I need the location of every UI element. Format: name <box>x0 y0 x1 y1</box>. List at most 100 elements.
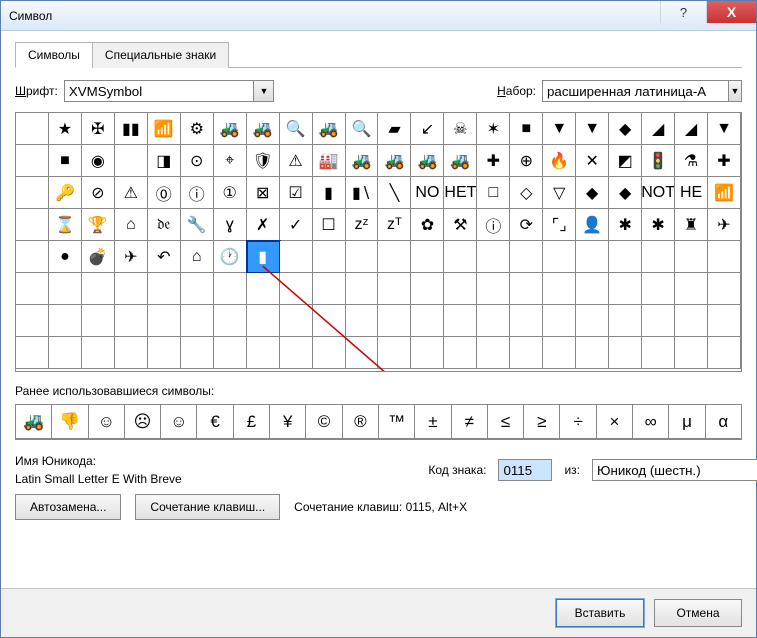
grid-cell[interactable]: ⌜⌟ <box>543 209 576 241</box>
grid-cell[interactable] <box>82 337 115 369</box>
grid-cell[interactable] <box>346 305 379 337</box>
tab-symbols[interactable]: Символы <box>15 42 93 68</box>
grid-cell[interactable]: ✠ <box>82 113 115 145</box>
from-select[interactable] <box>592 459 757 481</box>
grid-cell[interactable]: ☐ <box>313 209 346 241</box>
set-select[interactable] <box>542 80 729 102</box>
grid-cell[interactable]: 🚜 <box>444 145 477 177</box>
grid-cell[interactable] <box>16 337 49 369</box>
grid-cell[interactable] <box>510 273 543 305</box>
grid-cell[interactable] <box>346 273 379 305</box>
grid-cell[interactable] <box>181 337 214 369</box>
grid-cell[interactable] <box>280 273 313 305</box>
grid-cell[interactable] <box>148 273 181 305</box>
grid-cell[interactable]: ◉ <box>82 145 115 177</box>
font-select[interactable] <box>64 80 255 102</box>
grid-cell[interactable]: ◢ <box>675 113 708 145</box>
recent-cell[interactable]: © <box>306 405 342 439</box>
grid-cell[interactable]: ✕ <box>576 145 609 177</box>
grid-cell[interactable] <box>115 145 148 177</box>
cancel-button[interactable]: Отмена <box>654 599 742 627</box>
grid-cell[interactable]: ⚙ <box>181 113 214 145</box>
help-button[interactable]: ? <box>660 1 706 23</box>
grid-cell[interactable] <box>642 305 675 337</box>
grid-cell[interactable] <box>411 273 444 305</box>
grid-cell[interactable]: ⊕ <box>510 145 543 177</box>
recent-cell[interactable]: μ <box>669 405 705 439</box>
grid-cell[interactable]: ✓ <box>280 209 313 241</box>
grid-cell[interactable] <box>708 273 741 305</box>
grid-cell[interactable]: 🏆 <box>82 209 115 241</box>
grid-cell[interactable]: zᶻ <box>346 209 379 241</box>
grid-cell[interactable] <box>708 241 741 273</box>
grid-cell[interactable] <box>477 305 510 337</box>
grid-cell[interactable]: 🚜 <box>313 113 346 145</box>
grid-cell[interactable] <box>181 273 214 305</box>
set-dropdown-button[interactable]: ▼ <box>729 80 742 102</box>
grid-cell[interactable] <box>477 241 510 273</box>
grid-cell[interactable]: ♜ <box>675 209 708 241</box>
grid-cell[interactable]: ✱ <box>642 209 675 241</box>
grid-cell[interactable]: □ <box>477 177 510 209</box>
grid-cell[interactable]: ① <box>214 177 247 209</box>
grid-cell[interactable]: ✚ <box>477 145 510 177</box>
recent-cell[interactable]: 👎 <box>52 405 88 439</box>
recent-cell[interactable]: € <box>197 405 233 439</box>
grid-cell[interactable] <box>444 305 477 337</box>
grid-cell[interactable] <box>115 273 148 305</box>
grid-cell[interactable] <box>576 273 609 305</box>
recent-cell[interactable]: α <box>706 405 742 439</box>
grid-cell[interactable]: ◨ <box>148 145 181 177</box>
grid-cell[interactable] <box>247 273 280 305</box>
grid-cell[interactable] <box>543 337 576 369</box>
grid-cell[interactable]: 👤 <box>576 209 609 241</box>
grid-cell[interactable]: 🚦 <box>642 145 675 177</box>
grid-cell[interactable] <box>16 241 49 273</box>
grid-cell[interactable] <box>49 337 82 369</box>
grid-cell[interactable] <box>444 337 477 369</box>
recent-cell[interactable]: ≠ <box>452 405 488 439</box>
grid-cell[interactable] <box>510 305 543 337</box>
grid-cell[interactable]: ⓪ <box>148 177 181 209</box>
symbol-grid[interactable]: ★✠▮▮📶⚙🚜🚜🔍🚜🔍▰↙☠✶■▼▼◆◢◢▼■◉◨⊙⌖🛡⚠🏭🚜🚜🚜🚜✚⊕🔥✕◩🚦… <box>16 113 741 369</box>
grid-cell[interactable]: 🚜 <box>411 145 444 177</box>
grid-cell[interactable] <box>49 273 82 305</box>
recent-cell[interactable]: ™ <box>379 405 415 439</box>
recent-cell[interactable]: ☹ <box>125 405 161 439</box>
grid-cell[interactable] <box>543 305 576 337</box>
grid-cell[interactable]: ◩ <box>609 145 642 177</box>
grid-cell[interactable] <box>214 273 247 305</box>
recent-cell[interactable]: ® <box>343 405 379 439</box>
grid-cell[interactable]: ◇ <box>510 177 543 209</box>
grid-cell[interactable] <box>576 337 609 369</box>
grid-cell[interactable] <box>609 305 642 337</box>
grid-cell[interactable]: ◆ <box>609 177 642 209</box>
grid-cell[interactable]: 💣 <box>82 241 115 273</box>
grid-cell[interactable] <box>148 337 181 369</box>
recent-cell[interactable]: ≥ <box>524 405 560 439</box>
grid-cell[interactable]: HET <box>444 177 477 209</box>
grid-cell[interactable]: ☠ <box>444 113 477 145</box>
grid-cell[interactable] <box>444 241 477 273</box>
recent-cell[interactable]: ☺ <box>161 405 197 439</box>
grid-cell[interactable]: 🏭 <box>313 145 346 177</box>
recent-cell[interactable]: 🚜 <box>16 405 52 439</box>
grid-cell[interactable]: ✶ <box>477 113 510 145</box>
grid-cell[interactable] <box>214 305 247 337</box>
close-button[interactable]: X <box>706 1 756 23</box>
font-dropdown-button[interactable]: ▼ <box>254 80 274 102</box>
grid-cell[interactable]: 🚜 <box>214 113 247 145</box>
grid-cell[interactable]: 🔍 <box>346 113 379 145</box>
grid-cell[interactable]: 🕐 <box>214 241 247 273</box>
grid-cell[interactable] <box>675 273 708 305</box>
grid-cell[interactable]: ▼ <box>576 113 609 145</box>
grid-cell[interactable]: ▼ <box>708 113 741 145</box>
grid-cell[interactable]: ◢ <box>642 113 675 145</box>
grid-cell[interactable]: ✱ <box>609 209 642 241</box>
grid-cell[interactable]: ▮ <box>313 177 346 209</box>
grid-cell[interactable]: ⊙ <box>181 145 214 177</box>
grid-cell[interactable]: 🚜 <box>378 145 411 177</box>
grid-cell[interactable] <box>346 337 379 369</box>
grid-cell[interactable]: zᵀ <box>378 209 411 241</box>
grid-cell[interactable]: ⌖ <box>214 145 247 177</box>
